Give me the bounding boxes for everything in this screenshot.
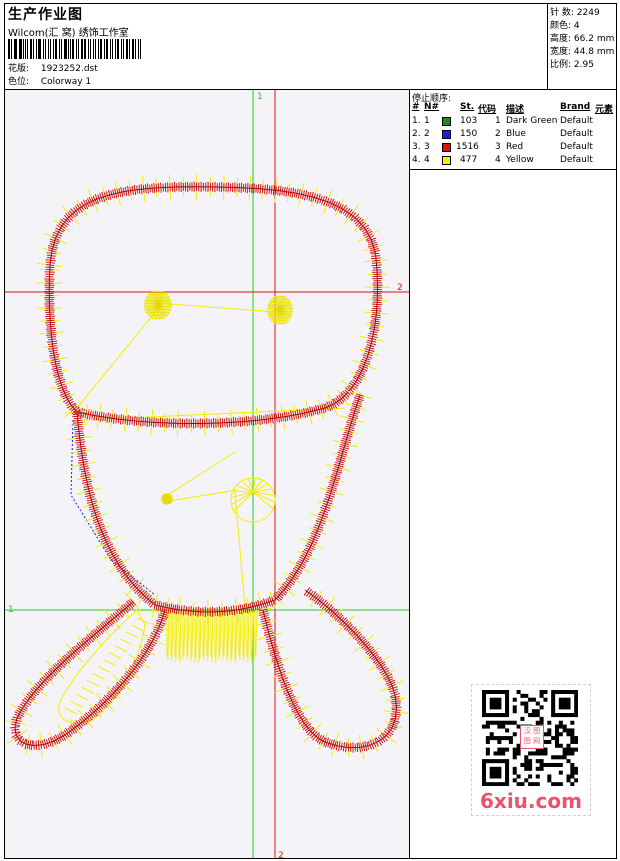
guide-label-h-red: 2 bbox=[397, 283, 403, 293]
colorway-line: 色位: Colorway 1 bbox=[8, 74, 91, 87]
pattern-value: 1923252.dst bbox=[40, 64, 98, 74]
stat-scale: 比例: 2.95 bbox=[550, 60, 594, 70]
barcode bbox=[8, 39, 143, 59]
stat-height: 高度: 66.2 mm bbox=[550, 34, 615, 44]
embroidery-canvas: 1 2 1 2 bbox=[5, 90, 409, 858]
right-eye-fill bbox=[267, 295, 293, 325]
stats-panel: 针 数: 2249 颜色: 4 高度: 66.2 mm 宽度: 44.8 mm … bbox=[548, 4, 616, 89]
stop-sequence-legend: 停止顺序: # N# St. 代码 描述 Brand 元素 1. 1 103 1… bbox=[410, 90, 616, 170]
pattern-line: 花版: 1923252.dst bbox=[8, 61, 98, 74]
stat-width: 宽度: 44.8 mm bbox=[550, 47, 615, 57]
stat-colors: 颜色: 4 bbox=[550, 21, 580, 31]
production-sheet: 生产作业图 Wilcom(汇 窝) 绣饰工作室 花版: 1923252.dst … bbox=[4, 3, 617, 859]
sheet-title: 生产作业图 bbox=[8, 7, 83, 23]
color-swatch bbox=[442, 143, 451, 152]
left-leg-fill bbox=[58, 609, 146, 724]
color-swatch bbox=[442, 130, 451, 139]
guide-label-h-green: 1 bbox=[8, 605, 14, 615]
legend-row: 3. 3 1516 3 Red Default bbox=[412, 142, 593, 152]
color-swatch bbox=[442, 156, 451, 165]
stat-stitches: 针 数: 2249 bbox=[550, 8, 600, 18]
studio-name: Wilcom(汇 窝) 绣饰工作室 bbox=[8, 28, 129, 39]
guide-label-v-red: 2 bbox=[278, 851, 284, 858]
legend-row: 2. 2 150 2 Blue Default bbox=[412, 129, 593, 139]
design-preview: 1 2 1 2 bbox=[5, 90, 410, 858]
legend-header-index: # bbox=[412, 102, 420, 112]
sheet-header: 生产作业图 Wilcom(汇 窝) 绣饰工作室 花版: 1923252.dst … bbox=[5, 4, 548, 89]
legend-header-st: St. bbox=[460, 102, 475, 112]
pattern-label: 花版: bbox=[8, 64, 30, 74]
legend-header-brand: Brand bbox=[560, 102, 591, 112]
legend-row: 4. 4 477 4 Yellow Default bbox=[412, 155, 593, 165]
watermark-text: 6xiu.com bbox=[480, 789, 582, 813]
guide-label-v-green: 1 bbox=[257, 92, 263, 102]
colorway-label: 色位: bbox=[8, 77, 30, 87]
qr-center-logo: 汉 图 图 网 bbox=[520, 725, 544, 749]
legend-header-desc: 描述 bbox=[506, 105, 525, 115]
bottom-fringe bbox=[166, 609, 258, 664]
legend-header-n: N# bbox=[424, 102, 440, 112]
legend-header-code: 代码 bbox=[478, 105, 497, 115]
legend-header-element: 元素 bbox=[595, 105, 614, 115]
red-satin-outline bbox=[6, 174, 409, 760]
nose-fill bbox=[161, 493, 173, 505]
color-swatch bbox=[442, 117, 451, 126]
colorway-value: Colorway 1 bbox=[40, 77, 92, 87]
legend-row: 1. 1 103 1 Dark Green Default bbox=[412, 116, 593, 126]
left-eye-fill bbox=[144, 290, 172, 320]
watermark-qr: 汉 图 图 网 6xiu.com bbox=[471, 684, 591, 816]
